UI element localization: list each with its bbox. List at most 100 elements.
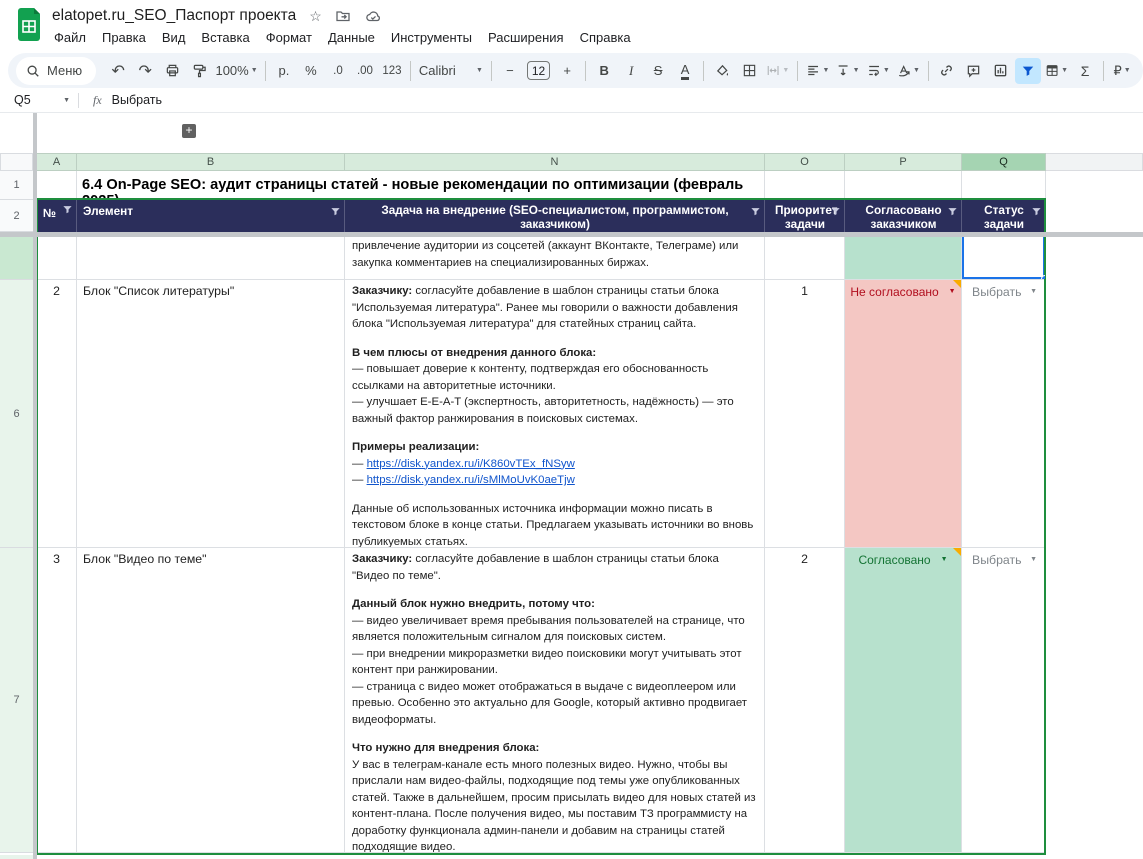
name-box[interactable]: Q5 ▼ xyxy=(0,93,78,107)
column-header-o[interactable]: O xyxy=(765,153,845,171)
print-button[interactable] xyxy=(159,58,185,84)
row-header-6[interactable]: 6 xyxy=(0,280,33,548)
format-percent-button[interactable]: % xyxy=(298,58,324,84)
filter-icon[interactable] xyxy=(947,206,958,220)
filter-views-button[interactable]: ▼ xyxy=(1042,58,1071,84)
column-header-p[interactable]: P xyxy=(845,153,962,171)
select-all-corner[interactable] xyxy=(0,153,33,171)
row-header-2[interactable]: 2 xyxy=(0,200,33,232)
expand-hidden-columns-button[interactable]: + xyxy=(182,124,196,138)
header-cell-element[interactable]: Элемент xyxy=(77,200,345,232)
menu-data[interactable]: Данные xyxy=(320,28,383,47)
font-size-input[interactable]: 12 xyxy=(527,61,550,80)
cell-o1[interactable] xyxy=(765,171,845,200)
header-cell-status[interactable]: Статус задачи xyxy=(962,200,1046,232)
ruble-format-button[interactable]: ₽▼ xyxy=(1109,58,1135,84)
filter-icon[interactable] xyxy=(830,206,841,220)
column-header-n[interactable]: N xyxy=(345,153,765,171)
star-icon[interactable]: ☆ xyxy=(309,8,322,25)
cell-p6-approved-dropdown[interactable]: Не согласовано▼ xyxy=(845,280,962,548)
italic-button[interactable]: I xyxy=(618,58,644,84)
header-cell-approved[interactable]: Согласовано заказчиком xyxy=(845,200,962,232)
column-header-q[interactable]: Q xyxy=(962,153,1046,171)
undo-button[interactable]: ↶ xyxy=(105,58,131,84)
cell-q1[interactable] xyxy=(962,171,1046,200)
insert-comment-button[interactable] xyxy=(961,58,987,84)
row-header-8[interactable] xyxy=(0,855,33,859)
move-to-folder-icon[interactable] xyxy=(335,8,351,24)
cell-n7-task[interactable]: Заказчику: согласуйте добавление в шабло… xyxy=(345,548,765,853)
cell-n5[interactable]: привлечение аудитории из соцсетей (аккау… xyxy=(345,237,765,280)
example-link-1[interactable]: https://disk.yandex.ru/i/K860vTEx_fNSyw xyxy=(367,458,575,470)
menu-insert[interactable]: Вставка xyxy=(193,28,257,47)
more-formats-button[interactable]: 123 xyxy=(379,58,405,84)
filter-button[interactable] xyxy=(1015,58,1041,84)
cell-b1-section-title[interactable]: 6.4 On-Page SEO: аудит страницы статей -… xyxy=(77,171,765,200)
cell-a6-number[interactable]: 2 xyxy=(37,280,77,548)
example-link-2[interactable]: https://disk.yandex.ru/i/sMlMoUvK0aeTjw xyxy=(367,474,575,486)
zoom-select[interactable]: 100%▼ xyxy=(213,58,260,84)
filter-icon[interactable] xyxy=(62,204,73,218)
cell-p1[interactable] xyxy=(845,171,962,200)
document-title[interactable]: elatopet.ru_SEO_Паспорт проекта xyxy=(52,7,296,25)
redo-button[interactable]: ↷ xyxy=(132,58,158,84)
strikethrough-button[interactable]: S xyxy=(645,58,671,84)
cell-a5[interactable] xyxy=(37,237,77,280)
cell-o7-priority[interactable]: 2 xyxy=(765,548,845,853)
filter-icon[interactable] xyxy=(330,206,341,220)
header-cell-priority[interactable]: Приоритет задачи xyxy=(765,200,845,232)
cell-a7-number[interactable]: 3 xyxy=(37,548,77,853)
insert-chart-button[interactable] xyxy=(988,58,1014,84)
cell-a1[interactable] xyxy=(37,171,77,200)
column-header-b[interactable]: B xyxy=(77,153,345,171)
menu-extensions[interactable]: Расширения xyxy=(480,28,572,47)
increase-font-size-button[interactable]: + xyxy=(554,58,580,84)
text-color-button[interactable]: A xyxy=(672,58,698,84)
cell-o5[interactable] xyxy=(765,237,845,280)
cell-q5-selected[interactable] xyxy=(962,237,1046,280)
filter-icon[interactable] xyxy=(750,206,761,220)
text-wrapping-button[interactable]: ▼ xyxy=(864,58,893,84)
cell-p7-approved-dropdown[interactable]: Согласовано▼ xyxy=(845,548,962,853)
menu-view[interactable]: Вид xyxy=(154,28,194,47)
menu-tools[interactable]: Инструменты xyxy=(383,28,480,47)
cell-n6-task[interactable]: Заказчику: согласуйте добавление в шабло… xyxy=(345,280,765,548)
filter-icon[interactable] xyxy=(1031,206,1042,220)
vertical-align-button[interactable]: ▼ xyxy=(833,58,862,84)
frozen-columns-divider[interactable] xyxy=(33,113,37,859)
cell-b7-element[interactable]: Блок "Видео по теме" xyxy=(77,548,345,853)
row-header-1[interactable]: 1 xyxy=(0,171,33,200)
menu-edit[interactable]: Правка xyxy=(94,28,154,47)
row-header-7[interactable]: 7 xyxy=(0,548,33,853)
formula-input[interactable]: Выбрать xyxy=(112,93,162,107)
header-cell-number[interactable]: № xyxy=(37,200,77,232)
frozen-rows-divider[interactable] xyxy=(0,232,1143,237)
decrease-font-size-button[interactable]: − xyxy=(497,58,523,84)
cell-q6-status-dropdown[interactable]: Выбрать▼ xyxy=(962,280,1046,548)
insert-link-button[interactable] xyxy=(934,58,960,84)
cell-b6-element[interactable]: Блок "Список литературы" xyxy=(77,280,345,548)
format-currency-button[interactable]: р. xyxy=(271,58,297,84)
header-cell-task[interactable]: Задача на внедрение (SEO-специалистом, п… xyxy=(345,200,765,232)
functions-button[interactable]: Σ xyxy=(1072,58,1098,84)
bold-button[interactable]: B xyxy=(591,58,617,84)
paint-format-button[interactable] xyxy=(186,58,212,84)
google-sheets-logo-icon[interactable] xyxy=(16,8,42,41)
row-header-5[interactable] xyxy=(0,237,33,280)
text-rotation-button[interactable]: ▼ xyxy=(894,58,923,84)
menu-file[interactable]: Файл xyxy=(46,28,94,47)
font-select[interactable]: Calibri▼ xyxy=(416,58,486,84)
menu-format[interactable]: Формат xyxy=(258,28,320,47)
borders-button[interactable] xyxy=(736,58,762,84)
cell-b5[interactable] xyxy=(77,237,345,280)
increase-decimals-button[interactable]: .00 xyxy=(352,58,378,84)
column-header-a[interactable]: A xyxy=(37,153,77,171)
cell-o6-priority[interactable]: 1 xyxy=(765,280,845,548)
horizontal-align-button[interactable]: ▼ xyxy=(803,58,832,84)
cell-p5-approved[interactable] xyxy=(845,237,962,280)
fill-color-button[interactable] xyxy=(709,58,735,84)
menu-help[interactable]: Справка xyxy=(572,28,639,47)
cell-q7-status-dropdown[interactable]: Выбрать▼ xyxy=(962,548,1046,853)
search-menus-button[interactable]: Меню xyxy=(16,57,96,85)
decrease-decimals-button[interactable]: .0 xyxy=(325,58,351,84)
